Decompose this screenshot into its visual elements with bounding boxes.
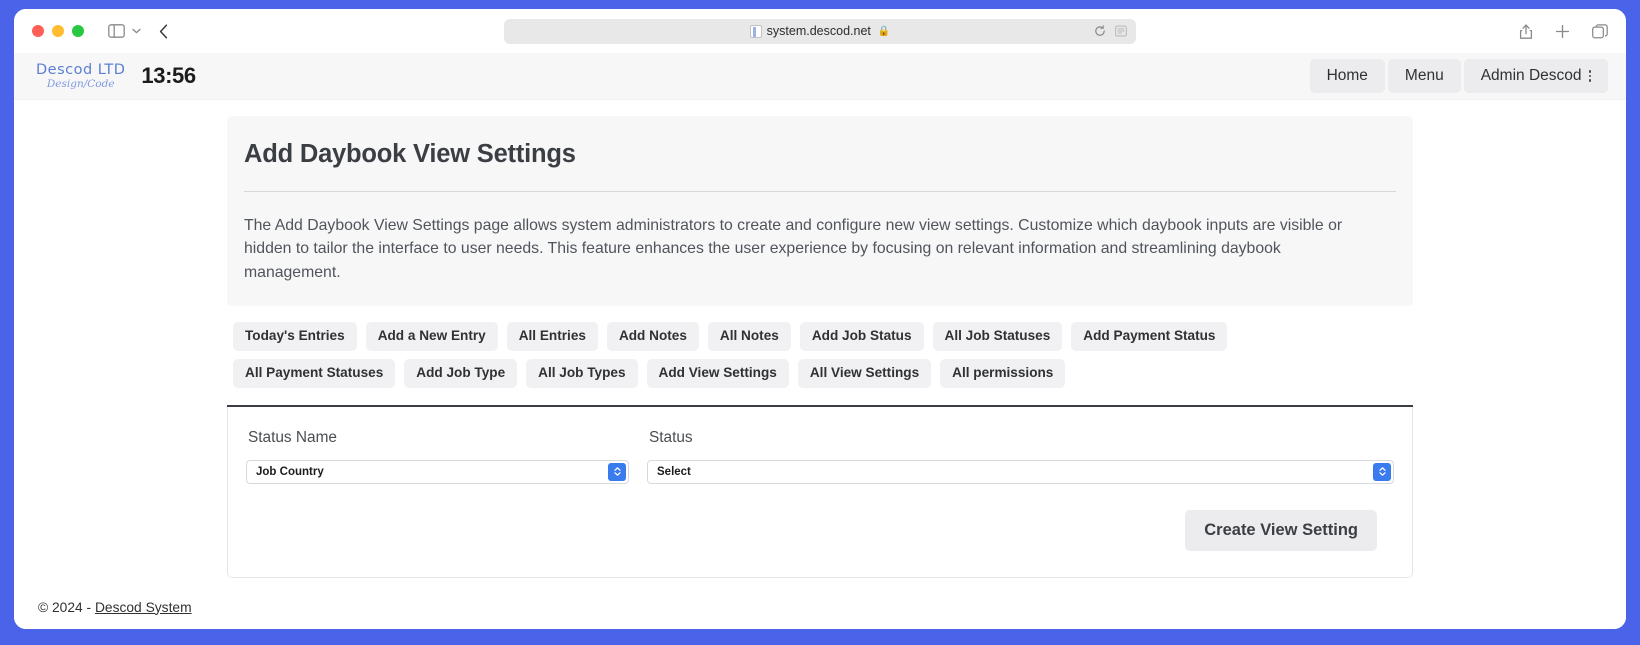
status-name-select-value: Job Country bbox=[256, 465, 324, 478]
chevron-up-glyph bbox=[613, 467, 621, 471]
share-icon[interactable] bbox=[1519, 23, 1533, 40]
browser-toolbar: system.descod.net 🔒 bbox=[14, 9, 1626, 53]
brand-logo[interactable]: Descod LTD Design/Code bbox=[36, 61, 126, 90]
chevron-updown-icon[interactable] bbox=[608, 462, 626, 481]
page-content: Add Daybook View Settings The Add Dayboo… bbox=[14, 100, 1626, 629]
nav-pill[interactable]: Add View Settings bbox=[646, 359, 789, 389]
plus-icon[interactable] bbox=[1555, 24, 1570, 39]
address-bar[interactable]: system.descod.net 🔒 bbox=[504, 18, 1136, 44]
app-navigation: Home Menu Admin Descod bbox=[1309, 59, 1608, 93]
content-card: Add Daybook View Settings The Add Dayboo… bbox=[227, 116, 1413, 578]
section-nav-pills: Today's Entries Add a New Entry All Entrie… bbox=[227, 322, 1337, 389]
create-view-setting-button[interactable]: Create View Setting bbox=[1185, 509, 1377, 551]
status-name-field-group: Status Name Job Country bbox=[246, 429, 629, 484]
minimize-window-button[interactable] bbox=[52, 25, 64, 37]
view-setting-form: Status Name Job Country Status Select Cr… bbox=[227, 406, 1413, 578]
nav-pill[interactable]: All Job Statuses bbox=[932, 322, 1063, 352]
chevron-down-glyph bbox=[613, 472, 621, 476]
nav-pill[interactable]: All View Settings bbox=[797, 359, 932, 389]
lock-icon: 🔒 bbox=[877, 25, 891, 37]
copyright-prefix: © 2024 - bbox=[38, 599, 95, 615]
address-bar-content: system.descod.net 🔒 bbox=[749, 24, 891, 38]
form-row: Status Name Job Country Status Select bbox=[246, 429, 1394, 484]
browser-toolbar-actions bbox=[1519, 23, 1608, 40]
chevron-up-glyph bbox=[1378, 467, 1386, 471]
site-favicon-icon bbox=[749, 24, 762, 38]
tabs-overview-icon[interactable] bbox=[1592, 23, 1608, 39]
url-text: system.descod.net bbox=[766, 24, 871, 38]
reader-mode-icon[interactable] bbox=[1115, 25, 1127, 37]
chevron-updown-icon[interactable] bbox=[1373, 462, 1391, 481]
nav-pill[interactable]: All Entries bbox=[506, 322, 598, 352]
nav-pill[interactable]: All Payment Statuses bbox=[233, 359, 396, 389]
nav-item-label: Admin Descod bbox=[1480, 67, 1582, 84]
status-label: Status bbox=[649, 428, 693, 446]
address-bar-container: system.descod.net 🔒 bbox=[14, 18, 1626, 44]
nav-pill[interactable]: All permissions bbox=[940, 359, 1066, 389]
desktop-background: system.descod.net 🔒 Descod LTD Design/Co… bbox=[0, 0, 1640, 645]
page-title: Add Daybook View Settings bbox=[244, 140, 576, 168]
nav-item-label: Menu bbox=[1404, 67, 1444, 84]
header-clock: 13:56 bbox=[141, 63, 196, 88]
web-page: Descod LTD Design/Code 13:56 Home Menu A… bbox=[14, 53, 1626, 629]
nav-pill[interactable]: Add a New Entry bbox=[365, 322, 498, 352]
app-header: Descod LTD Design/Code 13:56 Home Menu A… bbox=[14, 53, 1626, 100]
brand-name: Descod LTD bbox=[36, 61, 126, 78]
nav-pill[interactable]: Today's Entries bbox=[233, 322, 357, 352]
status-name-select[interactable]: Job Country bbox=[246, 459, 629, 484]
nav-pill[interactable]: Add Job Status bbox=[799, 322, 924, 352]
copyright-text: © 2024 - Descod System bbox=[38, 600, 1626, 615]
nav-item-admin-descod[interactable]: Admin Descod bbox=[1463, 59, 1608, 93]
nav-pill[interactable]: All Job Types bbox=[526, 359, 638, 389]
page-footer: © 2024 - Descod System Themes bbox=[14, 578, 1626, 629]
sidebar-icon[interactable] bbox=[108, 24, 125, 38]
window-traffic-lights bbox=[32, 25, 84, 37]
back-arrow-icon[interactable] bbox=[159, 23, 168, 39]
descod-system-link[interactable]: Descod System bbox=[95, 600, 192, 615]
brand-tagline: Design/Code bbox=[46, 78, 115, 90]
status-select[interactable]: Select bbox=[647, 459, 1394, 484]
intro-panel: Add Daybook View Settings The Add Dayboo… bbox=[227, 116, 1413, 307]
close-window-button[interactable] bbox=[32, 25, 44, 37]
form-actions: Create View Setting bbox=[246, 509, 1394, 551]
nav-item-home[interactable]: Home bbox=[1309, 59, 1385, 93]
kebab-menu-icon[interactable] bbox=[1588, 70, 1591, 82]
nav-pill[interactable]: Add Payment Status bbox=[1071, 322, 1228, 352]
status-select-value: Select bbox=[657, 465, 691, 478]
chevron-down-glyph bbox=[1378, 472, 1386, 476]
nav-item-menu[interactable]: Menu bbox=[1387, 59, 1461, 93]
nav-item-label: Home bbox=[1326, 67, 1368, 84]
status-field-group: Status Select bbox=[647, 429, 1394, 484]
nav-pill[interactable]: Add Notes bbox=[606, 322, 699, 352]
status-name-label: Status Name bbox=[248, 428, 337, 446]
page-description: The Add Daybook View Settings page allow… bbox=[244, 217, 1343, 281]
nav-pill[interactable]: Add Job Type bbox=[404, 359, 518, 389]
maximize-window-button[interactable] bbox=[72, 25, 84, 37]
title-divider bbox=[244, 191, 1396, 192]
browser-window: system.descod.net 🔒 Descod LTD Design/Co… bbox=[14, 9, 1626, 629]
nav-pill[interactable]: All Notes bbox=[707, 322, 791, 352]
reload-icon[interactable] bbox=[1094, 25, 1106, 37]
chevron-down-icon[interactable] bbox=[132, 28, 141, 34]
